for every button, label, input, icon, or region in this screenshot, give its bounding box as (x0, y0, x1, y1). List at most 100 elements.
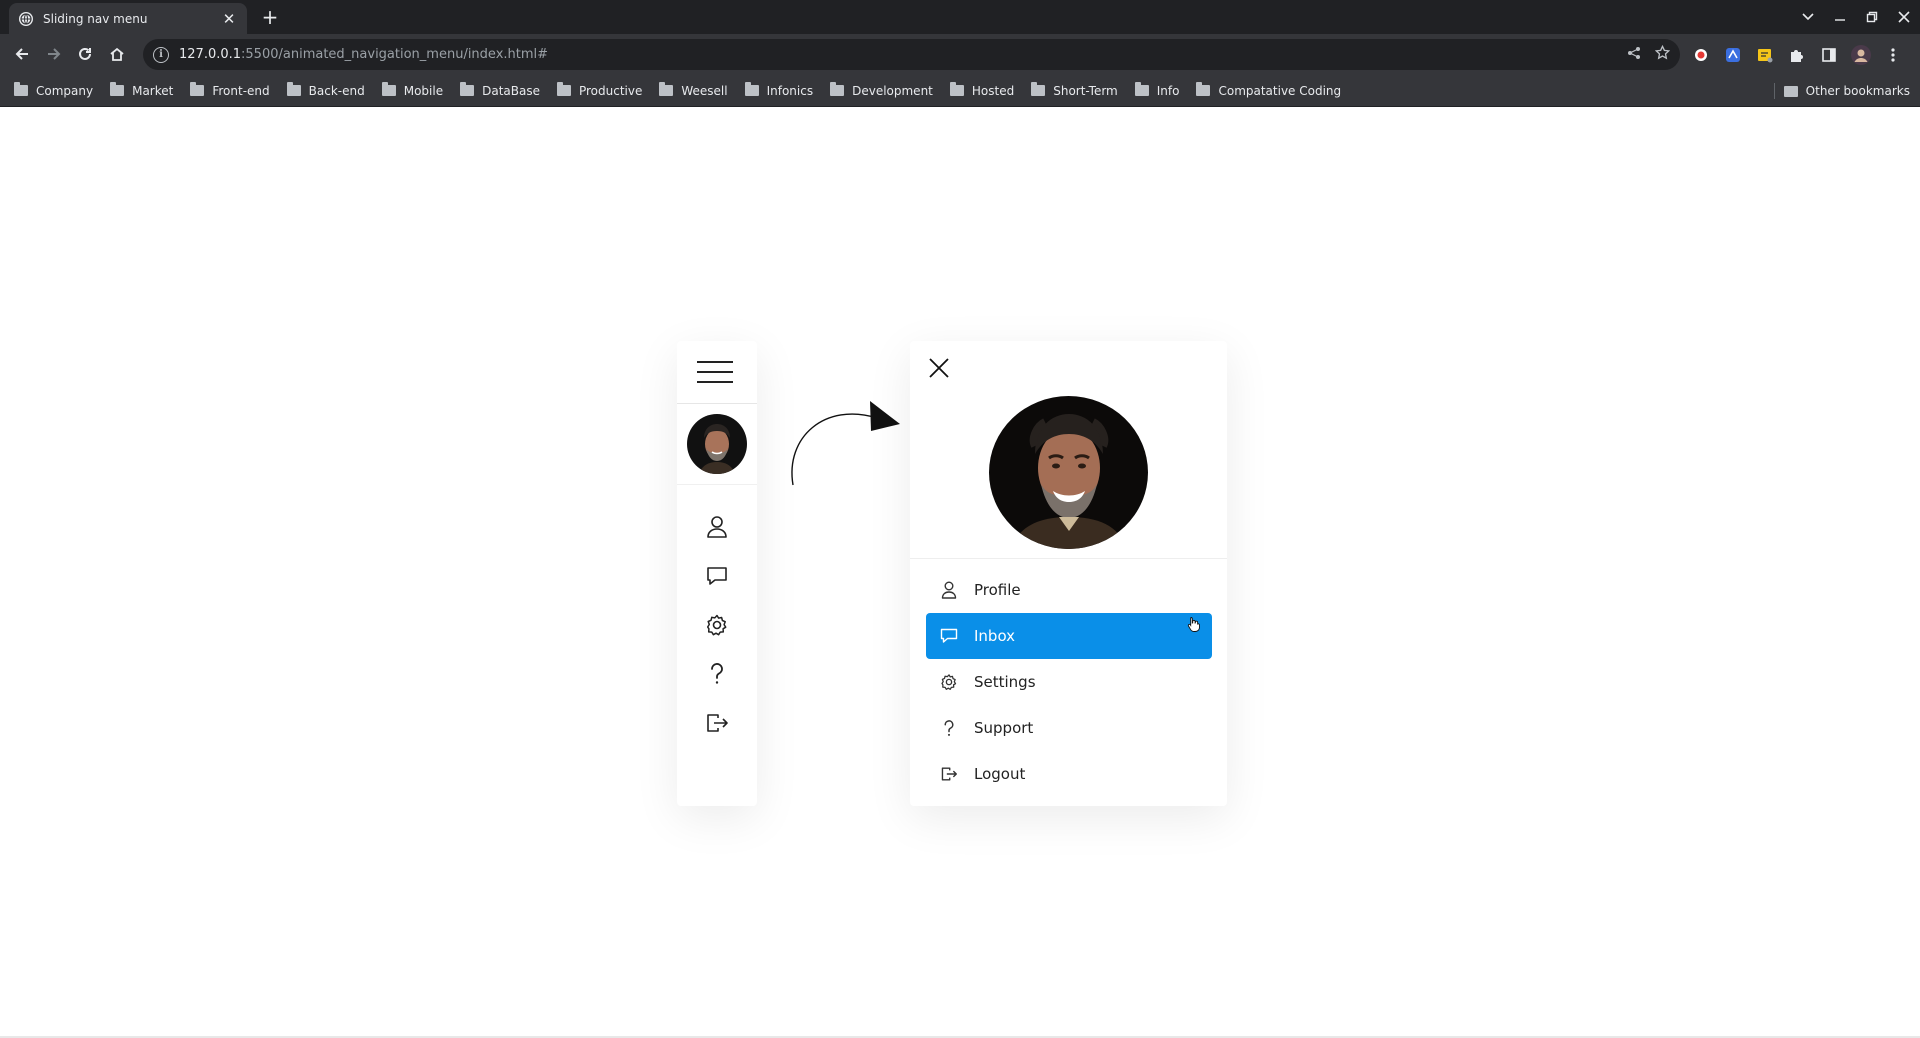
bookmark-folder[interactable]: Productive (556, 82, 643, 98)
bookmark-folder[interactable]: Market (110, 82, 174, 98)
gear-icon[interactable] (704, 612, 730, 638)
folder-icon (949, 82, 964, 96)
menu-item-label: Profile (974, 581, 1021, 599)
bookmark-folder[interactable]: Weesell (659, 82, 728, 98)
bookmark-folder[interactable]: Compatative Coding (1196, 82, 1341, 98)
folder-icon (14, 82, 28, 96)
extensions-area (1690, 39, 1904, 70)
folder-icon (830, 82, 845, 96)
bookmark-label: Market (132, 83, 174, 98)
question-icon (939, 718, 959, 738)
url-host: 127.0.0.1 (179, 47, 242, 62)
folder-icon (286, 82, 301, 96)
rail-divider (677, 403, 757, 404)
logout-icon (939, 764, 959, 784)
menu-item-label: Settings (974, 673, 1036, 691)
bookmark-folder[interactable]: Development (830, 82, 933, 98)
browser-tabstrip: Sliding nav menu ✕ + (0, 0, 1920, 34)
hamburger-menu-icon[interactable] (697, 361, 733, 385)
browser-toolbar: i 127.0.0.1:5500/animated_navigation_men… (0, 34, 1920, 75)
url-path: :5500/animated_navigation_menu/index.htm… (241, 47, 549, 62)
bookmark-folder[interactable]: DataBase (460, 82, 540, 98)
folder-icon (1134, 82, 1149, 96)
extension-blue-icon[interactable] (1722, 44, 1744, 66)
bookmark-folder[interactable]: Mobile (381, 82, 444, 98)
tab-search-icon[interactable] (1792, 0, 1824, 34)
menu-item-support[interactable]: Support (926, 705, 1212, 751)
bookmark-folder[interactable]: Info (1134, 82, 1180, 98)
puzzle-icon[interactable] (1786, 44, 1808, 66)
home-icon[interactable] (102, 39, 132, 69)
bookmark-folder[interactable]: Back-end (286, 82, 365, 98)
gear-icon (939, 672, 959, 692)
tab-close-icon[interactable]: ✕ (221, 11, 237, 27)
bookmark-label: Productive (578, 83, 643, 98)
expanded-nav-panel: Profile Inbox Settings Support Logout (910, 341, 1227, 806)
folder-icon (110, 82, 125, 96)
globe-icon (19, 11, 33, 26)
folder-icon (1031, 82, 1046, 96)
side-panel-icon[interactable] (1818, 44, 1840, 66)
folder-icon (460, 82, 475, 96)
tab-title: Sliding nav menu (43, 11, 148, 26)
bookmark-folder[interactable]: Front-end (190, 82, 270, 98)
bookmark-label: DataBase (482, 83, 540, 98)
site-info-icon[interactable]: i (153, 46, 169, 63)
folder-icon (190, 82, 205, 96)
back-arrow-icon[interactable] (7, 39, 37, 69)
menu-item-logout[interactable]: Logout (926, 751, 1212, 797)
close-window-icon[interactable] (1888, 0, 1920, 34)
minimize-icon[interactable] (1824, 0, 1856, 34)
bookmark-folder[interactable]: Short-Term (1031, 82, 1118, 98)
folder-icon (556, 82, 571, 96)
extension-note-icon[interactable] (1754, 44, 1776, 66)
restore-icon[interactable] (1856, 0, 1888, 34)
menu-item-label: Logout (974, 765, 1026, 783)
profile-avatar-icon[interactable] (1850, 44, 1872, 66)
menu-item-profile[interactable]: Profile (926, 567, 1212, 613)
user-icon (939, 580, 959, 600)
message-icon[interactable] (704, 563, 730, 589)
folder-icon (381, 82, 396, 96)
other-bookmarks-label: Other bookmarks (1805, 84, 1910, 98)
logout-icon[interactable] (704, 710, 730, 736)
hand-cursor-icon (1187, 617, 1200, 632)
bookmark-folder[interactable]: Infonics (744, 82, 814, 98)
forward-arrow-icon[interactable] (39, 39, 69, 69)
other-bookmarks[interactable]: Other bookmarks (1783, 75, 1910, 107)
share-icon[interactable] (1627, 45, 1641, 64)
browser-tab[interactable]: Sliding nav menu ✕ (9, 3, 247, 34)
question-icon[interactable] (704, 661, 730, 687)
folder-icon (1783, 85, 1798, 97)
bookmarks-bar: Company Market Front-end Back-end Mobile… (0, 75, 1920, 107)
bookmarks-separator (1774, 83, 1775, 99)
bookmark-star-icon[interactable] (1654, 44, 1671, 64)
new-tab-button[interactable]: + (259, 6, 281, 28)
rail-divider (677, 484, 757, 485)
menu-item-settings[interactable]: Settings (926, 659, 1212, 705)
menu-item-label: Inbox (974, 627, 1016, 645)
window-controls (1792, 0, 1920, 34)
extension-red-icon[interactable] (1690, 44, 1712, 66)
bookmark-label: Short-Term (1053, 83, 1118, 98)
bookmark-label: Development (852, 83, 933, 98)
bookmark-label: Infonics (766, 83, 814, 98)
folder-icon (744, 82, 759, 96)
address-bar[interactable]: i 127.0.0.1:5500/animated_navigation_men… (143, 39, 1680, 70)
user-icon[interactable] (704, 514, 730, 540)
reload-icon[interactable] (70, 39, 100, 69)
close-icon[interactable] (927, 356, 951, 380)
menu-item-inbox[interactable]: Inbox (926, 613, 1212, 659)
bookmark-label: Front-end (212, 83, 270, 98)
collapsed-nav-rail (677, 341, 757, 806)
bookmark-folder[interactable]: Hosted (949, 82, 1014, 98)
kebab-menu-icon[interactable] (1882, 44, 1904, 66)
panel-divider (910, 558, 1227, 559)
bookmark-label: Info (1156, 83, 1180, 98)
bookmark-label: Mobile (403, 83, 444, 98)
avatar[interactable] (687, 414, 747, 474)
page-content: Profile Inbox Settings Support Logout (0, 107, 1920, 1036)
bookmark-folder[interactable]: Company (14, 82, 93, 98)
avatar[interactable] (989, 396, 1148, 549)
nav-menu: Profile Inbox Settings Support Logout (926, 567, 1212, 797)
